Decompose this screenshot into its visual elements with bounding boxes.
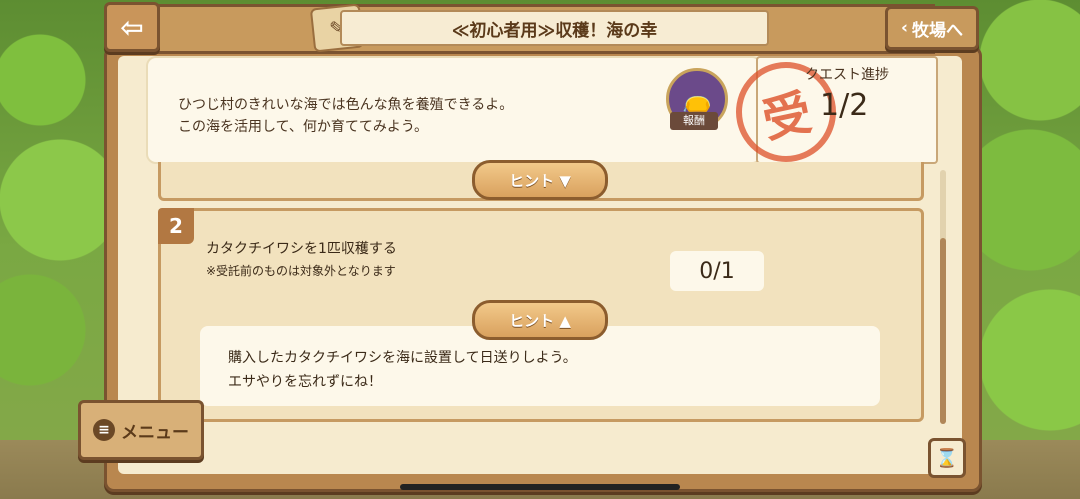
progress-label: クエスト進捗 <box>805 67 889 83</box>
menu-icon: ≡ <box>93 419 115 441</box>
description-line: ひつじ村のきれいな海では色んな魚を養殖できるよ。 <box>178 97 514 113</box>
menu-label: メニュー <box>121 422 189 443</box>
hint-toggle-button-2[interactable]: ヒント ▲ <box>472 300 608 340</box>
task-note: ※受託前のものは対象外となります <box>206 264 396 278</box>
hint-line: エサやりを忘れずにね！ <box>228 374 382 390</box>
scrollbar-thumb[interactable] <box>940 238 946 424</box>
home-indicator <box>400 484 680 490</box>
task-title: カタクチイワシを1匹収穫する <box>206 241 397 257</box>
page-title: ≪初心者用≫収穫！海の幸 <box>340 10 769 46</box>
hint-line: 購入したカタクチイワシを海に設置して日送りしよう。 <box>228 350 577 366</box>
description-line: この海を活用して、何か育ててみよう。 <box>178 119 429 135</box>
back-button[interactable]: ⇦ <box>104 2 160 52</box>
go-to-ranch-button[interactable]: ‹ 牧場へ <box>885 6 979 50</box>
quest-description: ひつじ村のきれいな海では色んな魚を養殖できるよ。 この海を活用して、何か育ててみ… <box>178 94 513 138</box>
hint-text: 購入したカタクチイワシを海に設置して日送りしよう。 エサやりを忘れずにね！ <box>228 346 577 394</box>
menu-button[interactable]: ≡ メニュー <box>78 400 204 460</box>
ranch-button-label: 牧場へ <box>912 20 963 41</box>
chevron-left-icon: ‹ <box>900 18 908 38</box>
hourglass-icon: ⌛ <box>935 447 959 469</box>
task-number-badge: 2 <box>158 208 194 244</box>
hint-toggle-button-1[interactable]: ヒント ▼ <box>472 160 608 200</box>
progress-value: 1/2 <box>820 88 869 123</box>
back-arrow-icon: ⇦ <box>120 10 144 44</box>
hourglass-button[interactable]: ⌛ <box>928 438 966 478</box>
task-count: 0/1 <box>670 251 764 291</box>
reward-label: 報酬 <box>670 112 718 130</box>
